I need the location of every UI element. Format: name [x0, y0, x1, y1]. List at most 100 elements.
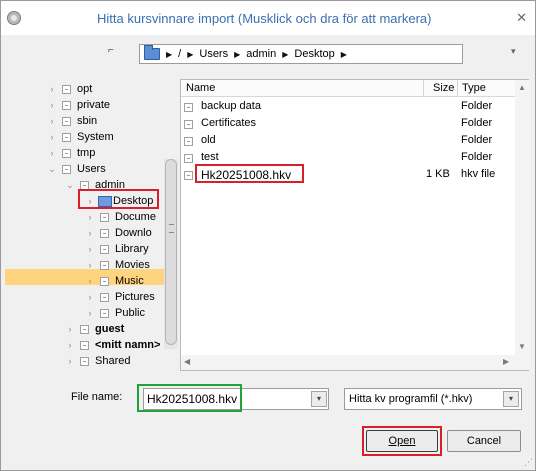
folder-node-icon	[100, 308, 109, 318]
tree-item-guest[interactable]: › guest	[64, 321, 125, 337]
scroll-right-icon[interactable]: ▶	[503, 357, 509, 366]
folder-icon	[184, 120, 193, 129]
chevron-right-icon[interactable]: ›	[84, 260, 96, 270]
crumb-users[interactable]: Users	[199, 48, 228, 60]
file-name-label: File name:	[71, 391, 123, 403]
tree-item-users[interactable]: ⌄ Users	[46, 161, 106, 177]
file-type: Folder	[461, 151, 493, 163]
folder-node-icon	[80, 324, 89, 334]
tree-scrollbar-thumb[interactable]	[165, 159, 177, 345]
folder-icon	[184, 137, 193, 146]
crumb-arrow-icon: ▶	[166, 49, 173, 59]
col-name[interactable]: Name	[186, 82, 215, 94]
column-divider[interactable]	[457, 80, 458, 96]
folder-node-icon	[100, 212, 109, 222]
chevron-right-icon[interactable]: ›	[84, 212, 96, 222]
chevron-right-icon[interactable]: ›	[46, 84, 58, 94]
open-highlight-box	[362, 426, 442, 456]
folder-tree: › opt › private › sbin › System › tmp ⌄ Users …	[5, 79, 178, 371]
file-list: Name Size Type backup data Folder Certif…	[180, 79, 529, 371]
folder-node-icon	[100, 260, 109, 270]
file-name: test	[201, 151, 219, 163]
chevron-right-icon[interactable]: ›	[84, 308, 96, 318]
resize-grip-icon[interactable]: ⋰	[524, 457, 533, 468]
close-icon[interactable]: ✕	[516, 10, 527, 26]
file-row[interactable]: Certificates Folder	[181, 115, 515, 132]
chevron-right-icon[interactable]: ›	[84, 292, 96, 302]
file-size: 1 KB	[426, 168, 450, 180]
cancel-button[interactable]: Cancel	[447, 430, 521, 452]
chevron-right-icon[interactable]: ›	[46, 116, 58, 126]
crumb-arrow-icon: ▶	[234, 49, 241, 59]
file-type: hkv file	[461, 168, 496, 180]
tree-item-mitt-namn[interactable]: › <mitt namn>	[64, 337, 161, 353]
column-divider[interactable]	[423, 80, 424, 96]
folder-node-icon	[80, 356, 89, 366]
crumb-root[interactable]: /	[178, 48, 181, 60]
chevron-right-icon[interactable]: ›	[84, 244, 96, 254]
tree-item-sbin[interactable]: › sbin	[46, 113, 98, 129]
col-size[interactable]: Size	[433, 82, 454, 94]
folder-icon	[184, 154, 193, 163]
file-type-value: Hitta kv programfil (*.hkv)	[349, 393, 473, 405]
scroll-left-icon[interactable]: ◀	[184, 357, 190, 366]
chevron-right-icon[interactable]: ›	[46, 100, 58, 110]
folder-node-icon	[100, 292, 109, 302]
folder-node-icon	[100, 276, 109, 286]
window-title: Hitta kursvinnare import (Musklick och d…	[97, 11, 432, 26]
tree-item-library[interactable]: › Library	[84, 241, 149, 257]
crumb-arrow-icon: ▶	[340, 49, 347, 59]
desktop-highlight-box	[78, 189, 159, 209]
tree-item-system[interactable]: › System	[46, 129, 114, 145]
chevron-right-icon[interactable]: ›	[64, 356, 76, 366]
folder-node-icon	[62, 148, 71, 158]
tree-item-movies[interactable]: › Movies	[84, 257, 150, 273]
file-highlight-box	[195, 164, 304, 183]
tree-item-downloads[interactable]: › Downlo	[84, 225, 152, 241]
tree-item-opt[interactable]: › opt	[46, 81, 93, 97]
chevron-right-icon[interactable]: ›	[46, 132, 58, 142]
chevron-right-icon[interactable]: ›	[46, 148, 58, 158]
crumb-admin[interactable]: admin	[246, 48, 276, 60]
crumb-arrow-icon: ▶	[282, 49, 289, 59]
app-icon	[7, 11, 21, 25]
crumb-desktop[interactable]: Desktop	[294, 48, 334, 60]
chevron-down-icon[interactable]: ⌄	[46, 164, 58, 175]
chevron-down-icon[interactable]: ▾	[503, 391, 519, 407]
scroll-down-icon[interactable]: ▼	[518, 342, 526, 351]
chevron-right-icon[interactable]: ›	[84, 228, 96, 238]
tree-item-music[interactable]: › Music	[84, 273, 144, 289]
file-type-select[interactable]: Hitta kv programfil (*.hkv) ▾	[344, 388, 522, 410]
file-name: backup data	[201, 100, 261, 112]
folder-node-icon	[100, 228, 109, 238]
file-name-highlight-box	[137, 384, 242, 412]
file-dialog-window: Hitta kursvinnare import (Musklick och d…	[0, 0, 536, 471]
tree-item-public[interactable]: › Public	[84, 305, 145, 321]
tree-item-tmp[interactable]: › tmp	[46, 145, 96, 161]
tree-item-private[interactable]: › private	[46, 97, 111, 113]
tree-item-shared[interactable]: › Shared	[64, 353, 131, 369]
grip-icon	[169, 224, 174, 233]
chevron-right-icon[interactable]: ›	[84, 276, 96, 286]
folder-node-icon	[62, 116, 71, 126]
list-horizontal-scrollbar[interactable]: ◀ ▶	[181, 355, 515, 370]
list-vertical-scrollbar[interactable]: ▲ ▼	[515, 80, 529, 370]
file-name: old	[201, 134, 216, 146]
chevron-down-icon[interactable]: ⌄	[64, 180, 76, 191]
crumb-arrow-icon: ▶	[187, 49, 194, 59]
column-header: Name Size Type	[181, 80, 515, 97]
folder-node-icon	[80, 340, 89, 350]
tree-item-documents[interactable]: › Docume	[84, 209, 156, 225]
file-row[interactable]: backup data Folder	[181, 98, 515, 115]
tree-item-pictures[interactable]: › Pictures	[84, 289, 155, 305]
folder-node-icon	[62, 100, 71, 110]
path-dropdown-icon[interactable]: ▾	[511, 46, 516, 57]
col-type[interactable]: Type	[462, 82, 486, 94]
chevron-down-icon[interactable]: ▾	[311, 391, 327, 407]
chevron-right-icon[interactable]: ›	[64, 324, 76, 334]
path-bar[interactable]: ▶ / ▶ Users ▶ admin ▶ Desktop ▶	[139, 44, 463, 64]
file-row[interactable]: old Folder	[181, 132, 515, 149]
chevron-right-icon[interactable]: ›	[64, 340, 76, 350]
tree-scrollbar[interactable]	[164, 159, 178, 349]
scroll-up-icon[interactable]: ▲	[518, 83, 526, 92]
